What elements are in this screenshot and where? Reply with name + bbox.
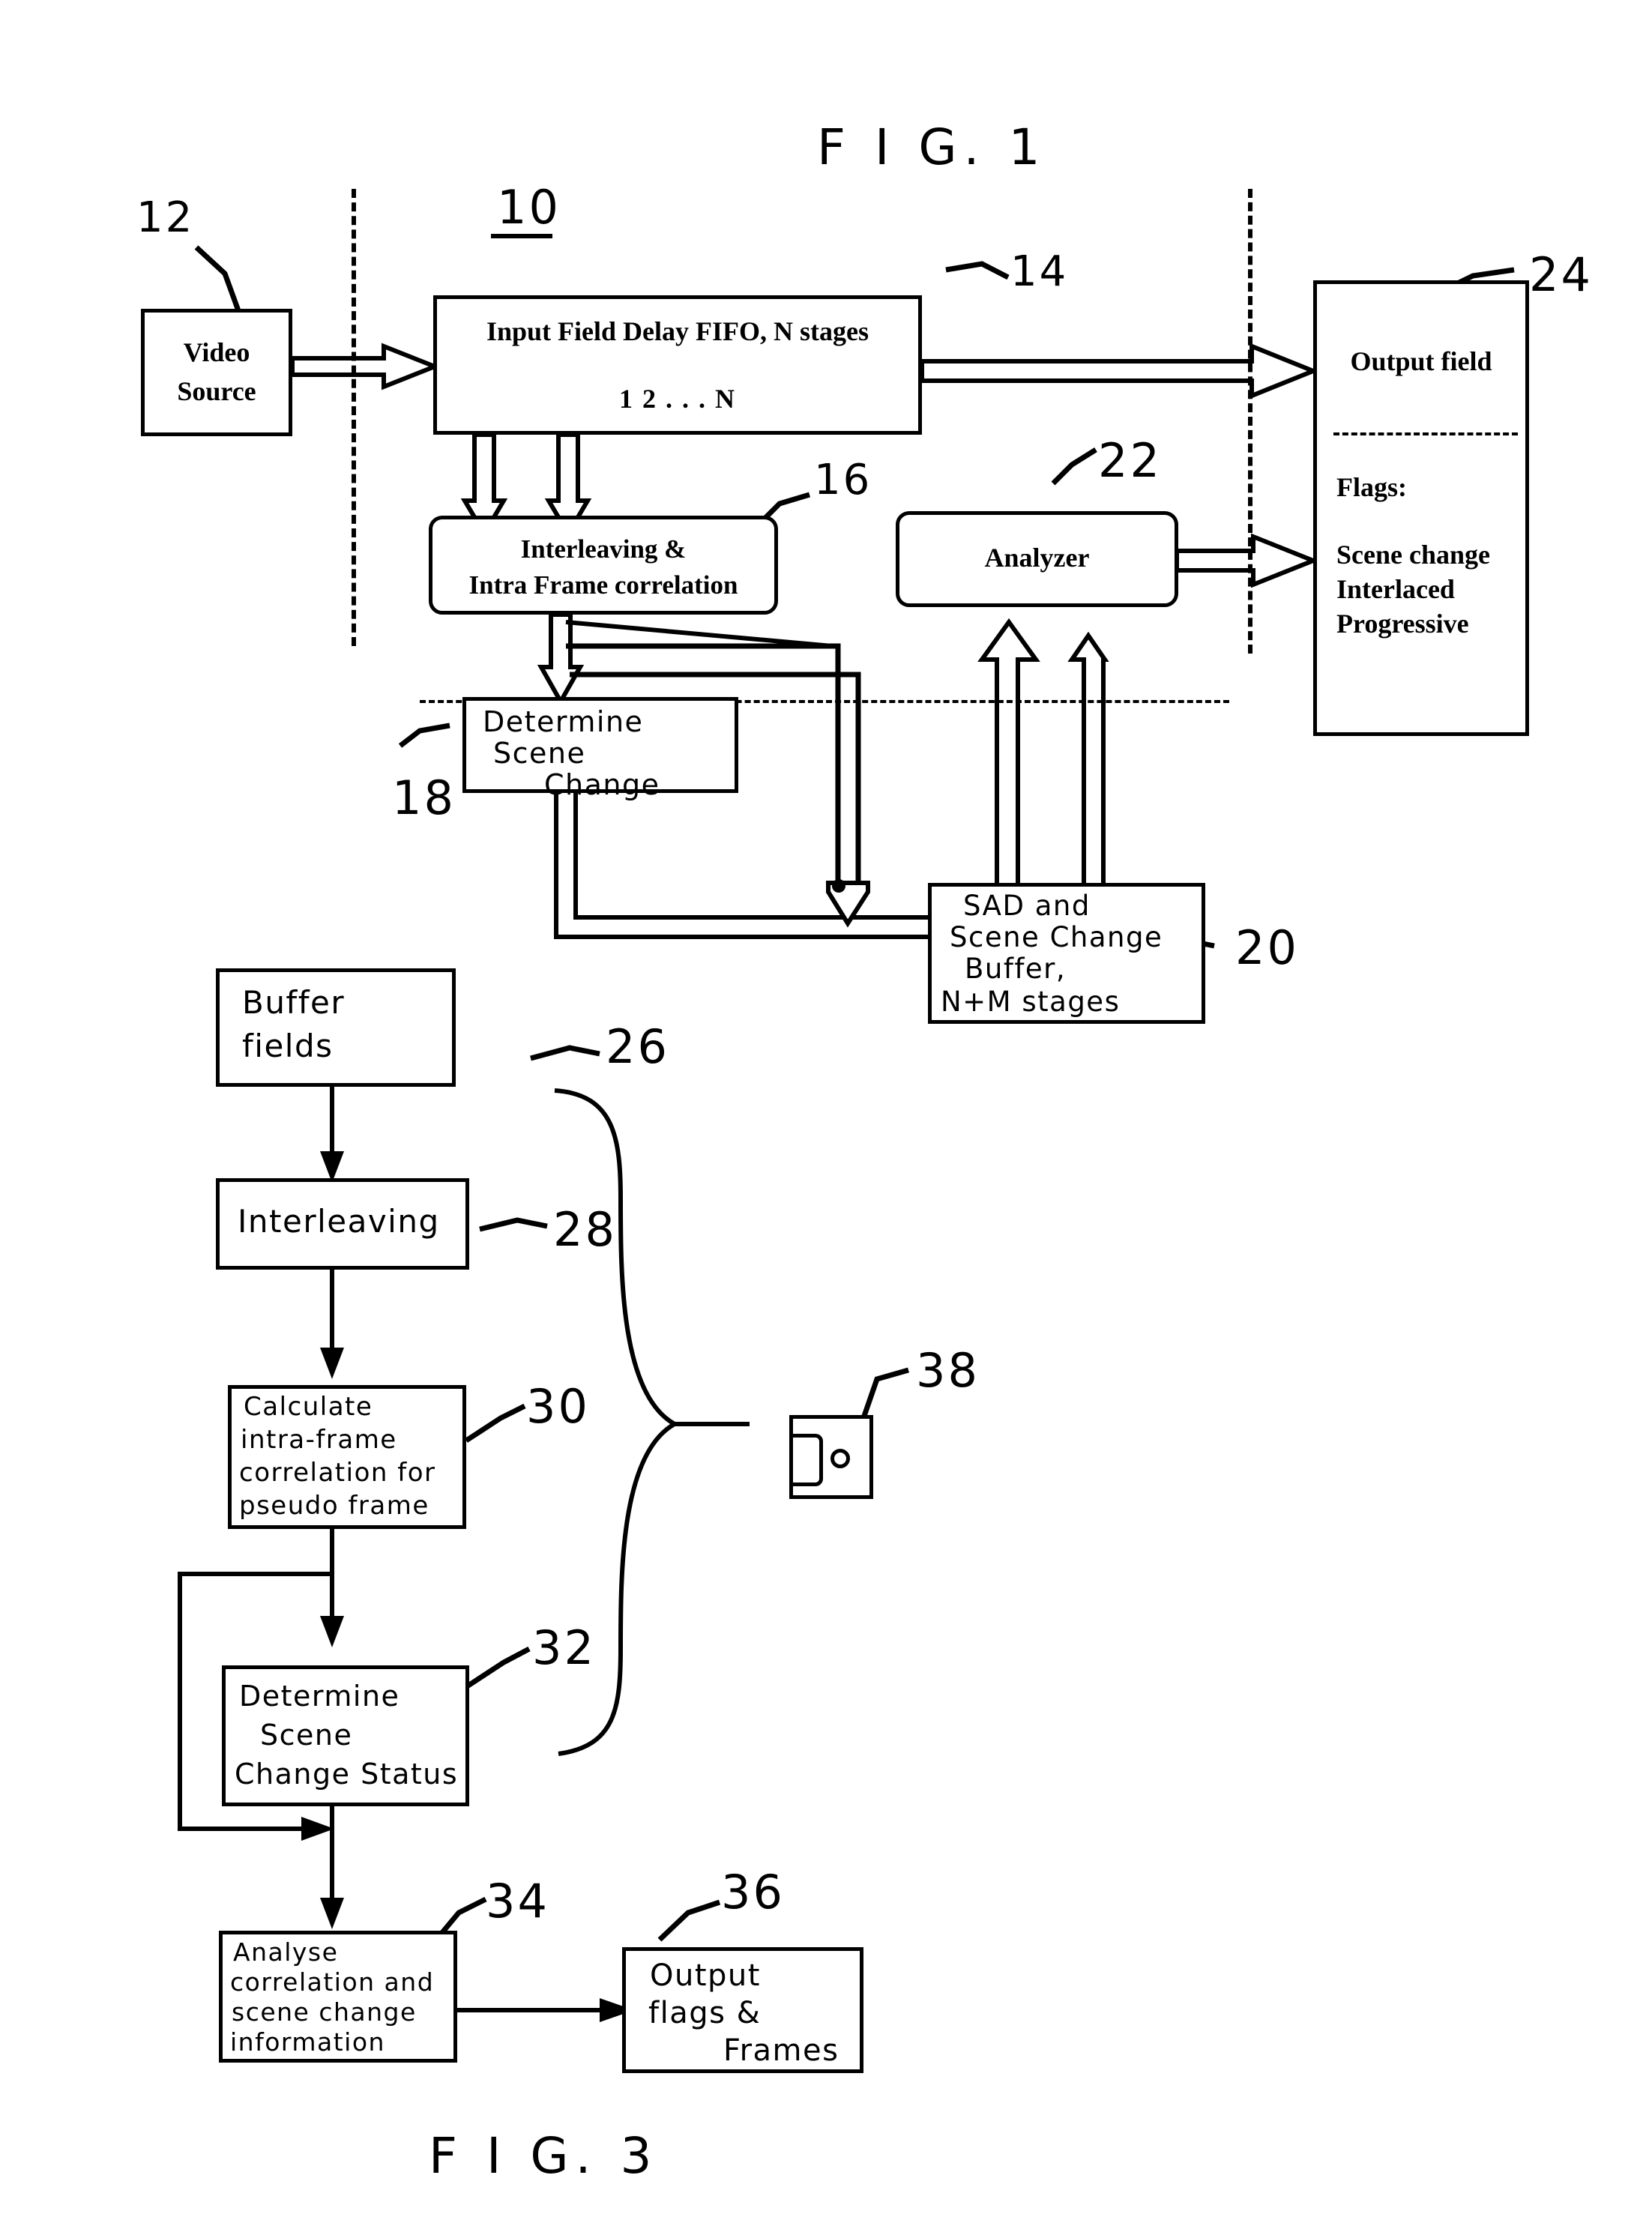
arrow-fifo-to-output <box>920 343 1320 399</box>
leader-38 <box>860 1367 909 1420</box>
ref-32: 32 <box>532 1620 596 1675</box>
arrow-30-to-32 <box>320 1529 344 1647</box>
output-field-title: Output field <box>1350 346 1492 376</box>
calc-line1: Calculate <box>244 1392 373 1422</box>
ref-30: 30 <box>526 1379 590 1434</box>
arrow-analyzer-to-flags <box>1175 533 1320 588</box>
ref-12: 12 <box>136 193 195 242</box>
buffer-fields-line1: Buffer <box>242 984 346 1021</box>
block-buffer-fields: Buffer fields <box>216 968 456 1087</box>
block-interleaving-intraframe: Interleaving & Intra Frame correlation <box>429 516 778 615</box>
ref-14: 14 <box>1010 247 1069 296</box>
block-analyzer: Analyzer <box>896 511 1178 607</box>
video-source-line2: Source <box>177 376 256 406</box>
block-determine-scene-change: Determine Scene Change <box>462 697 738 801</box>
block-input-field-delay-fifo: Input Field Delay FIFO, N stages 1 2 . .… <box>433 295 922 435</box>
ref-38: 38 <box>916 1343 980 1398</box>
status-line3: Change Status <box>235 1758 459 1791</box>
output-field-separator <box>1333 432 1518 435</box>
block-output-flags: Output flags & Frames <box>622 1947 863 2073</box>
arrow-28-to-30 <box>320 1268 344 1379</box>
fifo-title: Input Field Delay FIFO, N stages <box>486 316 869 346</box>
ref-20: 20 <box>1235 920 1299 975</box>
ref-34: 34 <box>486 1874 549 1928</box>
disk-shutter <box>793 1434 823 1486</box>
leader-32 <box>463 1646 531 1690</box>
interleaving-line2: Intra Frame correlation <box>468 570 738 600</box>
video-source-line1: Video <box>183 337 250 367</box>
leader-30 <box>465 1403 526 1443</box>
leader-26 <box>530 1045 600 1061</box>
outflags-line2: flags & <box>648 1996 762 2030</box>
arrow-video-to-fifo <box>290 343 441 390</box>
arrow-34-to-36 <box>456 1998 634 2022</box>
arrow-sad-to-analyzer-right <box>1067 631 1109 893</box>
buffer-fields-line2: fields <box>242 1028 334 1064</box>
figure-3-caption: F I G. 3 <box>429 2127 659 2185</box>
block-determine-status: Determine Scene Change Status <box>222 1665 469 1806</box>
ref-26: 26 <box>606 1019 669 1074</box>
leader-28 <box>479 1217 548 1232</box>
ref-10-underline <box>491 234 552 238</box>
block-sad-scene-change-buffer: SAD and Scene Change Buffer, N+M stages <box>928 883 1205 1024</box>
calc-line4: pseudo frame <box>239 1491 429 1521</box>
leader-14 <box>945 261 1010 280</box>
interleaving-step-line1: Interleaving <box>238 1203 440 1240</box>
status-line2: Scene <box>260 1719 353 1752</box>
divider-left <box>352 189 356 646</box>
fifo-stages: 1 2 . . . N <box>619 384 736 414</box>
sad-line4: N+M stages <box>941 986 1121 1018</box>
flag-scene-change: Scene change <box>1336 540 1490 570</box>
patent-drawing-sheet: F I G. 1 10 12 Video Source 14 Input Fie… <box>0 0 1652 2223</box>
leader-22 <box>1051 447 1097 486</box>
block-video-source: Video Source <box>141 309 292 436</box>
sad-line1: SAD and <box>963 890 1091 922</box>
block-analyse-correlation: Analyse correlation and scene change inf… <box>219 1931 457 2063</box>
ref-24: 24 <box>1529 247 1593 302</box>
outflags-line3: Frames <box>723 2033 839 2068</box>
ref-10: 10 <box>497 180 561 235</box>
analyse-line2: correlation and <box>230 1967 435 1997</box>
dsc-line1: Determine <box>483 705 644 738</box>
arrow-sad-to-analyzer-left <box>977 618 1040 893</box>
sad-line2: Scene Change <box>950 921 1163 953</box>
ref-28: 28 <box>553 1202 617 1257</box>
ref-22: 22 <box>1098 433 1162 488</box>
arrow-32-to-34 <box>320 1806 344 1929</box>
figure-1-caption: F I G. 1 <box>817 118 1047 176</box>
arrow-interleaving-to-dsc <box>537 612 585 707</box>
calc-line3: correlation for <box>239 1458 436 1488</box>
analyzer-title: Analyzer <box>984 543 1090 573</box>
calc-line2: intra-frame <box>241 1425 397 1455</box>
flag-progressive: Progressive <box>1336 609 1469 639</box>
ref-36: 36 <box>721 1865 785 1919</box>
analyse-line3: scene change <box>232 1997 417 2027</box>
block-interleaving-step: Interleaving <box>216 1178 469 1270</box>
line-dsc-down <box>554 791 994 956</box>
interleaving-line1: Interleaving & <box>520 534 687 564</box>
disk-icon <box>789 1415 873 1499</box>
analyse-line1: Analyse <box>233 1937 339 1967</box>
sad-line3: Buffer, <box>965 953 1067 985</box>
ref-16: 16 <box>814 456 872 504</box>
divider-right <box>1248 189 1252 654</box>
ref-18: 18 <box>392 770 456 825</box>
leader-18 <box>398 723 450 748</box>
status-line1: Determine <box>239 1680 400 1713</box>
leader-36 <box>657 1899 721 1942</box>
dsc-line2: Scene <box>493 737 586 770</box>
leader-12 <box>194 245 243 316</box>
arrow-26-to-28 <box>320 1085 344 1183</box>
analyse-line4: information <box>230 2027 385 2057</box>
outflags-line1: Output <box>650 1958 761 1993</box>
flag-interlaced: Interlaced <box>1336 574 1455 604</box>
dsc-line3: Change <box>544 768 660 801</box>
flags-label: Flags: <box>1336 472 1407 502</box>
disk-hub <box>830 1449 850 1468</box>
block-calculate-correlation: Calculate intra-frame correlation for ps… <box>228 1385 466 1529</box>
block-output-field: Output field Flags: Scene change Interla… <box>1313 280 1529 736</box>
